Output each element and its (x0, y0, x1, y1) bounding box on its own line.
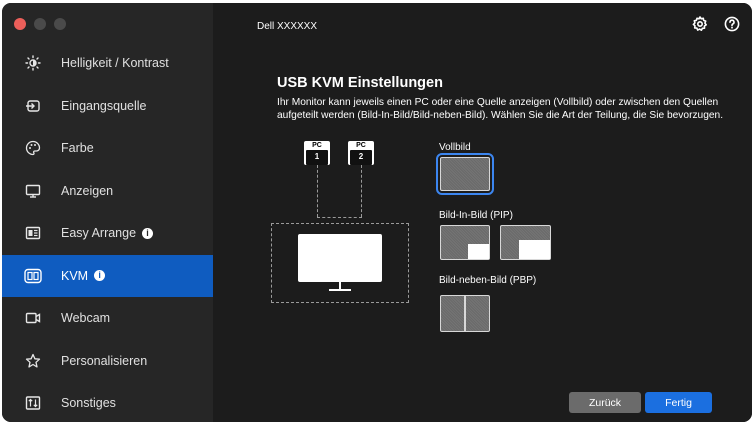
option-fullscreen-label: Vollbild (439, 142, 471, 153)
kvm-diagram: PC 1 PC 2 (271, 141, 411, 303)
pbp-divider (464, 296, 466, 331)
pip-inset (519, 240, 550, 259)
info-icon[interactable]: i (94, 270, 106, 282)
pc2-tag-number: 2 (350, 150, 372, 165)
option-fullscreen-thumb[interactable] (436, 153, 494, 195)
monitor-base (329, 289, 351, 291)
maximize-window-button[interactable] (54, 18, 66, 30)
input-source-icon (24, 97, 42, 115)
sidebar: Helligkeit / Kontrast Eingangsquelle Far… (2, 3, 213, 422)
sidebar-item-others[interactable]: Sonstiges (2, 382, 213, 422)
color-palette-icon (24, 139, 42, 157)
sidebar-item-label: Sonstiges (61, 396, 116, 411)
display-icon (24, 182, 42, 200)
sidebar-item-label: Helligkeit / Kontrast (61, 56, 169, 71)
page-description: Ihr Monitor kann jeweils einen PC oder e… (277, 97, 724, 121)
sidebar-item-color[interactable]: Farbe (2, 127, 213, 170)
pc1-connector (317, 165, 318, 217)
sidebar-item-label: KVM (61, 268, 89, 283)
sidebar-item-label: Anzeigen (61, 183, 114, 198)
option-pip-thumb-1[interactable] (440, 225, 490, 260)
sidebar-item-input-source[interactable]: Eingangsquelle (2, 85, 213, 128)
page-title: USB KVM Einstellungen (277, 75, 443, 91)
sidebar-item-label: Webcam (61, 311, 111, 326)
settings-gear-icon[interactable] (692, 16, 708, 32)
pip-inset (468, 244, 489, 259)
done-button[interactable]: Fertig (645, 392, 712, 413)
pc1-tag-number: 1 (306, 150, 328, 165)
app-window: Helligkeit / Kontrast Eingangsquelle Far… (2, 3, 752, 422)
pc2-connector (361, 165, 362, 217)
connector-join (317, 217, 362, 218)
easy-arrange-icon (24, 224, 42, 242)
info-icon[interactable]: i (142, 227, 154, 239)
star-icon (24, 352, 42, 370)
sidebar-item-brightness[interactable]: Helligkeit / Kontrast (2, 42, 213, 85)
pc1-tag: PC 1 (304, 141, 330, 165)
help-icon[interactable] (724, 16, 740, 32)
sidebar-item-kvm[interactable]: KVM i (2, 254, 213, 297)
sidebar-item-label: Personalisieren (61, 353, 148, 368)
sidebar-item-label: Easy Arrange (61, 226, 137, 241)
minimize-window-button[interactable] (34, 18, 46, 30)
close-window-button[interactable] (14, 18, 26, 30)
pc1-tag-label: PC (312, 142, 322, 149)
sidebar-item-webcam[interactable]: Webcam (2, 297, 213, 340)
sidebar-item-label: Eingangsquelle (61, 98, 147, 113)
monitor-screen (298, 234, 382, 282)
brightness-icon (24, 54, 42, 72)
option-pbp-label: Bild-neben-Bild (PBP) (439, 275, 537, 286)
sidebar-item-easy-arrange[interactable]: Easy Arrange i (2, 212, 213, 255)
device-name: Dell XXXXXX (257, 21, 318, 32)
pc2-tag-label: PC (356, 142, 366, 149)
option-pip-label: Bild-In-Bild (PIP) (439, 210, 513, 221)
sidebar-nav: Helligkeit / Kontrast Eingangsquelle Far… (2, 42, 213, 422)
others-icon (24, 394, 42, 412)
webcam-icon (24, 309, 42, 327)
sidebar-item-label: Farbe (61, 141, 94, 156)
top-toolbar (692, 16, 740, 32)
back-button[interactable]: Zurück (569, 392, 641, 413)
pc2-tag: PC 2 (348, 141, 374, 165)
kvm-icon (24, 267, 42, 285)
sidebar-item-display[interactable]: Anzeigen (2, 170, 213, 213)
option-pip-thumb-2[interactable] (500, 225, 551, 260)
option-pbp-thumb[interactable] (440, 295, 490, 332)
sidebar-item-personalize[interactable]: Personalisieren (2, 340, 213, 383)
window-controls (14, 18, 66, 30)
main-panel: Dell XXXXXX USB KVM Einstellungen Ihr Mo… (213, 3, 752, 422)
